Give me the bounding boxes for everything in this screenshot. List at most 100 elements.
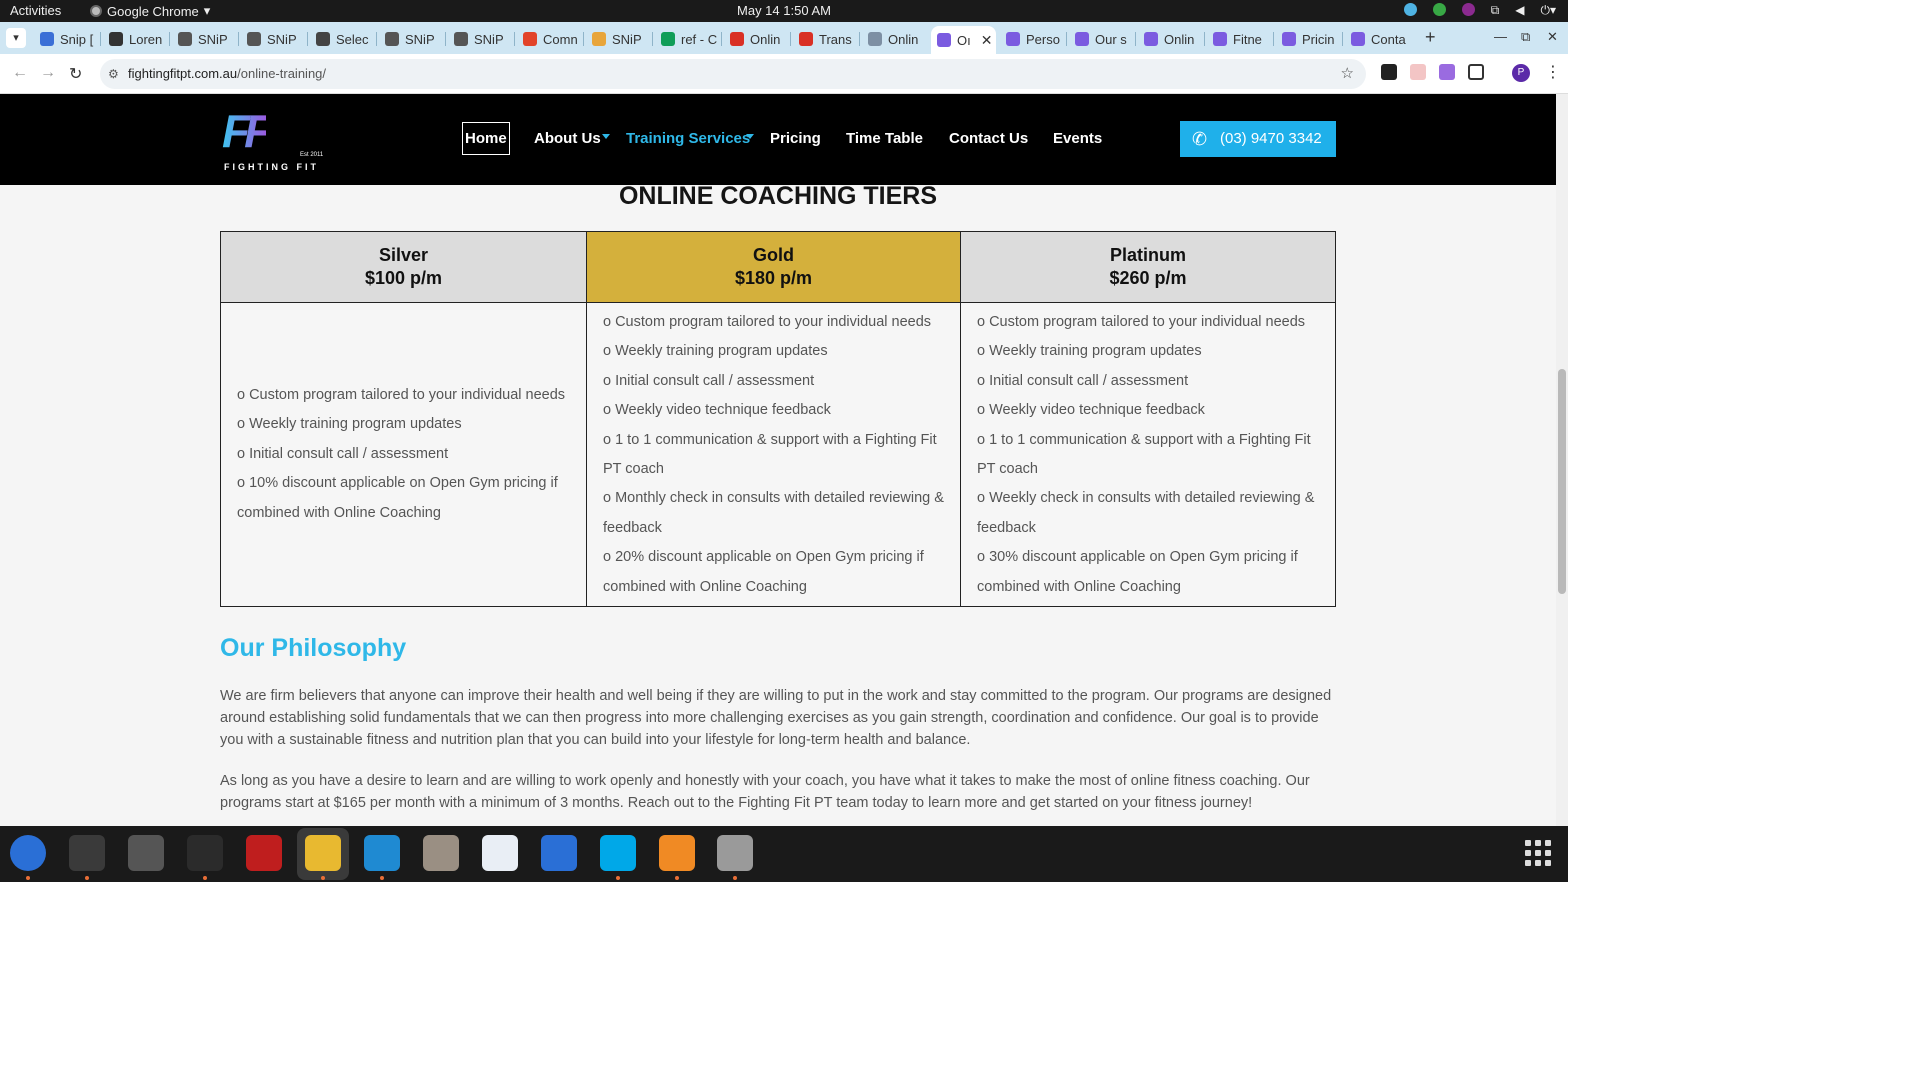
browser-tab[interactable]: Snip [ — [34, 26, 99, 52]
bullet: o — [603, 402, 612, 419]
profile-avatar[interactable]: P — [1512, 64, 1530, 82]
system-monitor-icon[interactable] — [187, 835, 223, 871]
chrome-icon[interactable] — [305, 835, 341, 871]
nav-home[interactable]: Home — [462, 122, 510, 155]
tab-label: Fitne — [1233, 31, 1262, 47]
extensions-puzzle-icon[interactable] — [1468, 64, 1484, 80]
fighting-fit-logo[interactable]: FF Est 2011 FIGHTING FIT — [222, 104, 332, 176]
bookmark-star-icon[interactable]: ☆ — [1341, 59, 1354, 89]
tab-label: Onlin — [750, 31, 781, 47]
tab-separator — [169, 32, 170, 46]
minimize-button[interactable]: — — [1494, 29, 1507, 44]
clock[interactable]: May 14 1:50 AM — [0, 3, 1568, 18]
browser-tab[interactable]: SNiP — [172, 26, 237, 52]
disk-utility-icon[interactable] — [717, 835, 753, 871]
new-tab-button[interactable]: + — [1425, 27, 1436, 48]
tier-platinum: Platinum $260 p/m o Custom program tailor… — [961, 232, 1335, 606]
browser-tab[interactable]: ref - C — [655, 26, 720, 52]
browser-tab[interactable]: SNiP — [241, 26, 306, 52]
page-scrollbar[interactable] — [1556, 94, 1568, 826]
tier-header: Platinum $260 p/m — [961, 232, 1335, 303]
calculator-icon[interactable] — [128, 835, 164, 871]
tier-feature-item: o Initial consult call / assessment — [603, 367, 944, 396]
restore-button[interactable]: ⧉ — [1521, 29, 1530, 45]
terminal-icon[interactable] — [69, 835, 105, 871]
site-info-icon[interactable]: ⚙ — [108, 59, 119, 89]
pen-extension-icon[interactable] — [1439, 64, 1455, 80]
tier-feature-item: o Initial consult call / assessment — [977, 367, 1319, 396]
tray-app-icon[interactable] — [1403, 3, 1417, 16]
browser-tab[interactable]: SNiP — [586, 26, 651, 52]
thunderbird-icon[interactable] — [10, 835, 46, 871]
browser-tab[interactable]: Comn — [517, 26, 582, 52]
address-bar[interactable]: ⚙ fightingfitpt.com.au/online-training/ … — [100, 59, 1366, 89]
vscode-icon[interactable] — [364, 835, 400, 871]
coaching-tiers-table: Silver $100 p/m o Custom program tailored… — [220, 231, 1336, 607]
browser-tab[interactable]: Onlin — [862, 26, 927, 52]
tab-favicon-icon — [40, 32, 54, 46]
filezilla-icon[interactable] — [246, 835, 282, 871]
firefox-dev-icon[interactable] — [659, 835, 695, 871]
tier-feature-text: Weekly training program updates — [249, 416, 462, 433]
tier-feature-item: o Initial consult call / assessment — [237, 440, 570, 469]
url-path: /online-training/ — [237, 66, 327, 81]
network-icon[interactable]: ⧉ — [1491, 3, 1500, 17]
tab-separator — [1135, 32, 1136, 46]
tier-feature-text: Initial consult call / assessment — [615, 372, 815, 389]
tab-label: Our s — [1095, 31, 1127, 47]
reload-button[interactable]: ↻ — [69, 64, 82, 84]
chrome-menu-icon[interactable]: ⋮ — [1545, 62, 1561, 82]
forward-button[interactable]: → — [40, 64, 56, 82]
nav-time-table[interactable]: Time Table — [846, 130, 923, 147]
bullet: o — [977, 549, 986, 566]
calendar-extension-icon[interactable] — [1410, 64, 1426, 80]
close-window-button[interactable]: ✕ — [1547, 29, 1558, 45]
eyedropper-extension-icon[interactable] — [1381, 64, 1397, 80]
browser-tab[interactable]: Our s — [1069, 26, 1134, 52]
tray-extension-icon[interactable] — [1461, 3, 1475, 16]
url-host: fightingfitpt.com.au — [128, 66, 238, 81]
system-tray[interactable]: ⧉ ◀ ⏻▾ — [1403, 3, 1556, 17]
browser-tab[interactable]: Trans — [793, 26, 858, 52]
browser-tab[interactable]: Onlin — [1138, 26, 1203, 52]
libreoffice-writer-icon[interactable] — [541, 835, 577, 871]
phone-button[interactable]: ✆ (03) 9470 3342 — [1180, 121, 1336, 157]
nav-contact-us[interactable]: Contact Us — [949, 130, 1028, 147]
power-icon[interactable]: ⏻▾ — [1540, 3, 1556, 17]
phone-icon: ✆ — [1192, 129, 1208, 149]
files-icon[interactable] — [423, 835, 459, 871]
show-apps-grid-icon[interactable] — [1525, 840, 1551, 866]
nav-events[interactable]: Events — [1053, 130, 1102, 147]
browser-tab[interactable]: Onlin — [724, 26, 789, 52]
browser-tab[interactable]: Selec — [310, 26, 375, 52]
nav-pricing[interactable]: Pricing — [770, 130, 821, 147]
browser-tab[interactable]: Pricin — [1276, 26, 1341, 52]
tier-silver: Silver $100 p/m o Custom program tailored… — [221, 232, 587, 606]
browser-tab[interactable]: Oı ✕ — [931, 26, 996, 54]
volume-icon[interactable]: ◀ — [1515, 3, 1524, 17]
nav-about-us[interactable]: About Us — [534, 130, 601, 147]
tab-label: Selec — [336, 31, 369, 47]
tab-search-button[interactable]: ▾ — [6, 28, 26, 48]
tab-separator — [721, 32, 722, 46]
nav-training-services[interactable]: Training Services — [626, 130, 750, 147]
phone-number: (03) 9470 3342 — [1220, 130, 1322, 147]
tab-label: Onlin — [1164, 31, 1195, 47]
tier-feature-item: o 10% discount applicable on Open Gym pri… — [237, 469, 570, 528]
bullet: o — [603, 372, 612, 389]
skype-icon[interactable] — [600, 835, 636, 871]
browser-tab[interactable]: SNiP — [448, 26, 513, 52]
running-indicator — [616, 876, 620, 880]
tray-updates-icon[interactable] — [1432, 3, 1446, 16]
browser-tab[interactable]: SNiP — [379, 26, 444, 52]
back-button[interactable]: ← — [12, 64, 28, 82]
close-tab-icon[interactable]: ✕ — [981, 32, 993, 49]
scrollbar-thumb[interactable] — [1558, 369, 1566, 594]
tier-feature-text: Monthly check in consults with detailed … — [603, 490, 944, 536]
tab-label: SNiP — [612, 31, 642, 47]
text-editor-icon[interactable] — [482, 835, 518, 871]
browser-tab[interactable]: Perso — [1000, 26, 1065, 52]
browser-tab[interactable]: Conta — [1345, 26, 1410, 52]
browser-tab[interactable]: Fitne — [1207, 26, 1272, 52]
browser-tab[interactable]: Loren — [103, 26, 168, 52]
